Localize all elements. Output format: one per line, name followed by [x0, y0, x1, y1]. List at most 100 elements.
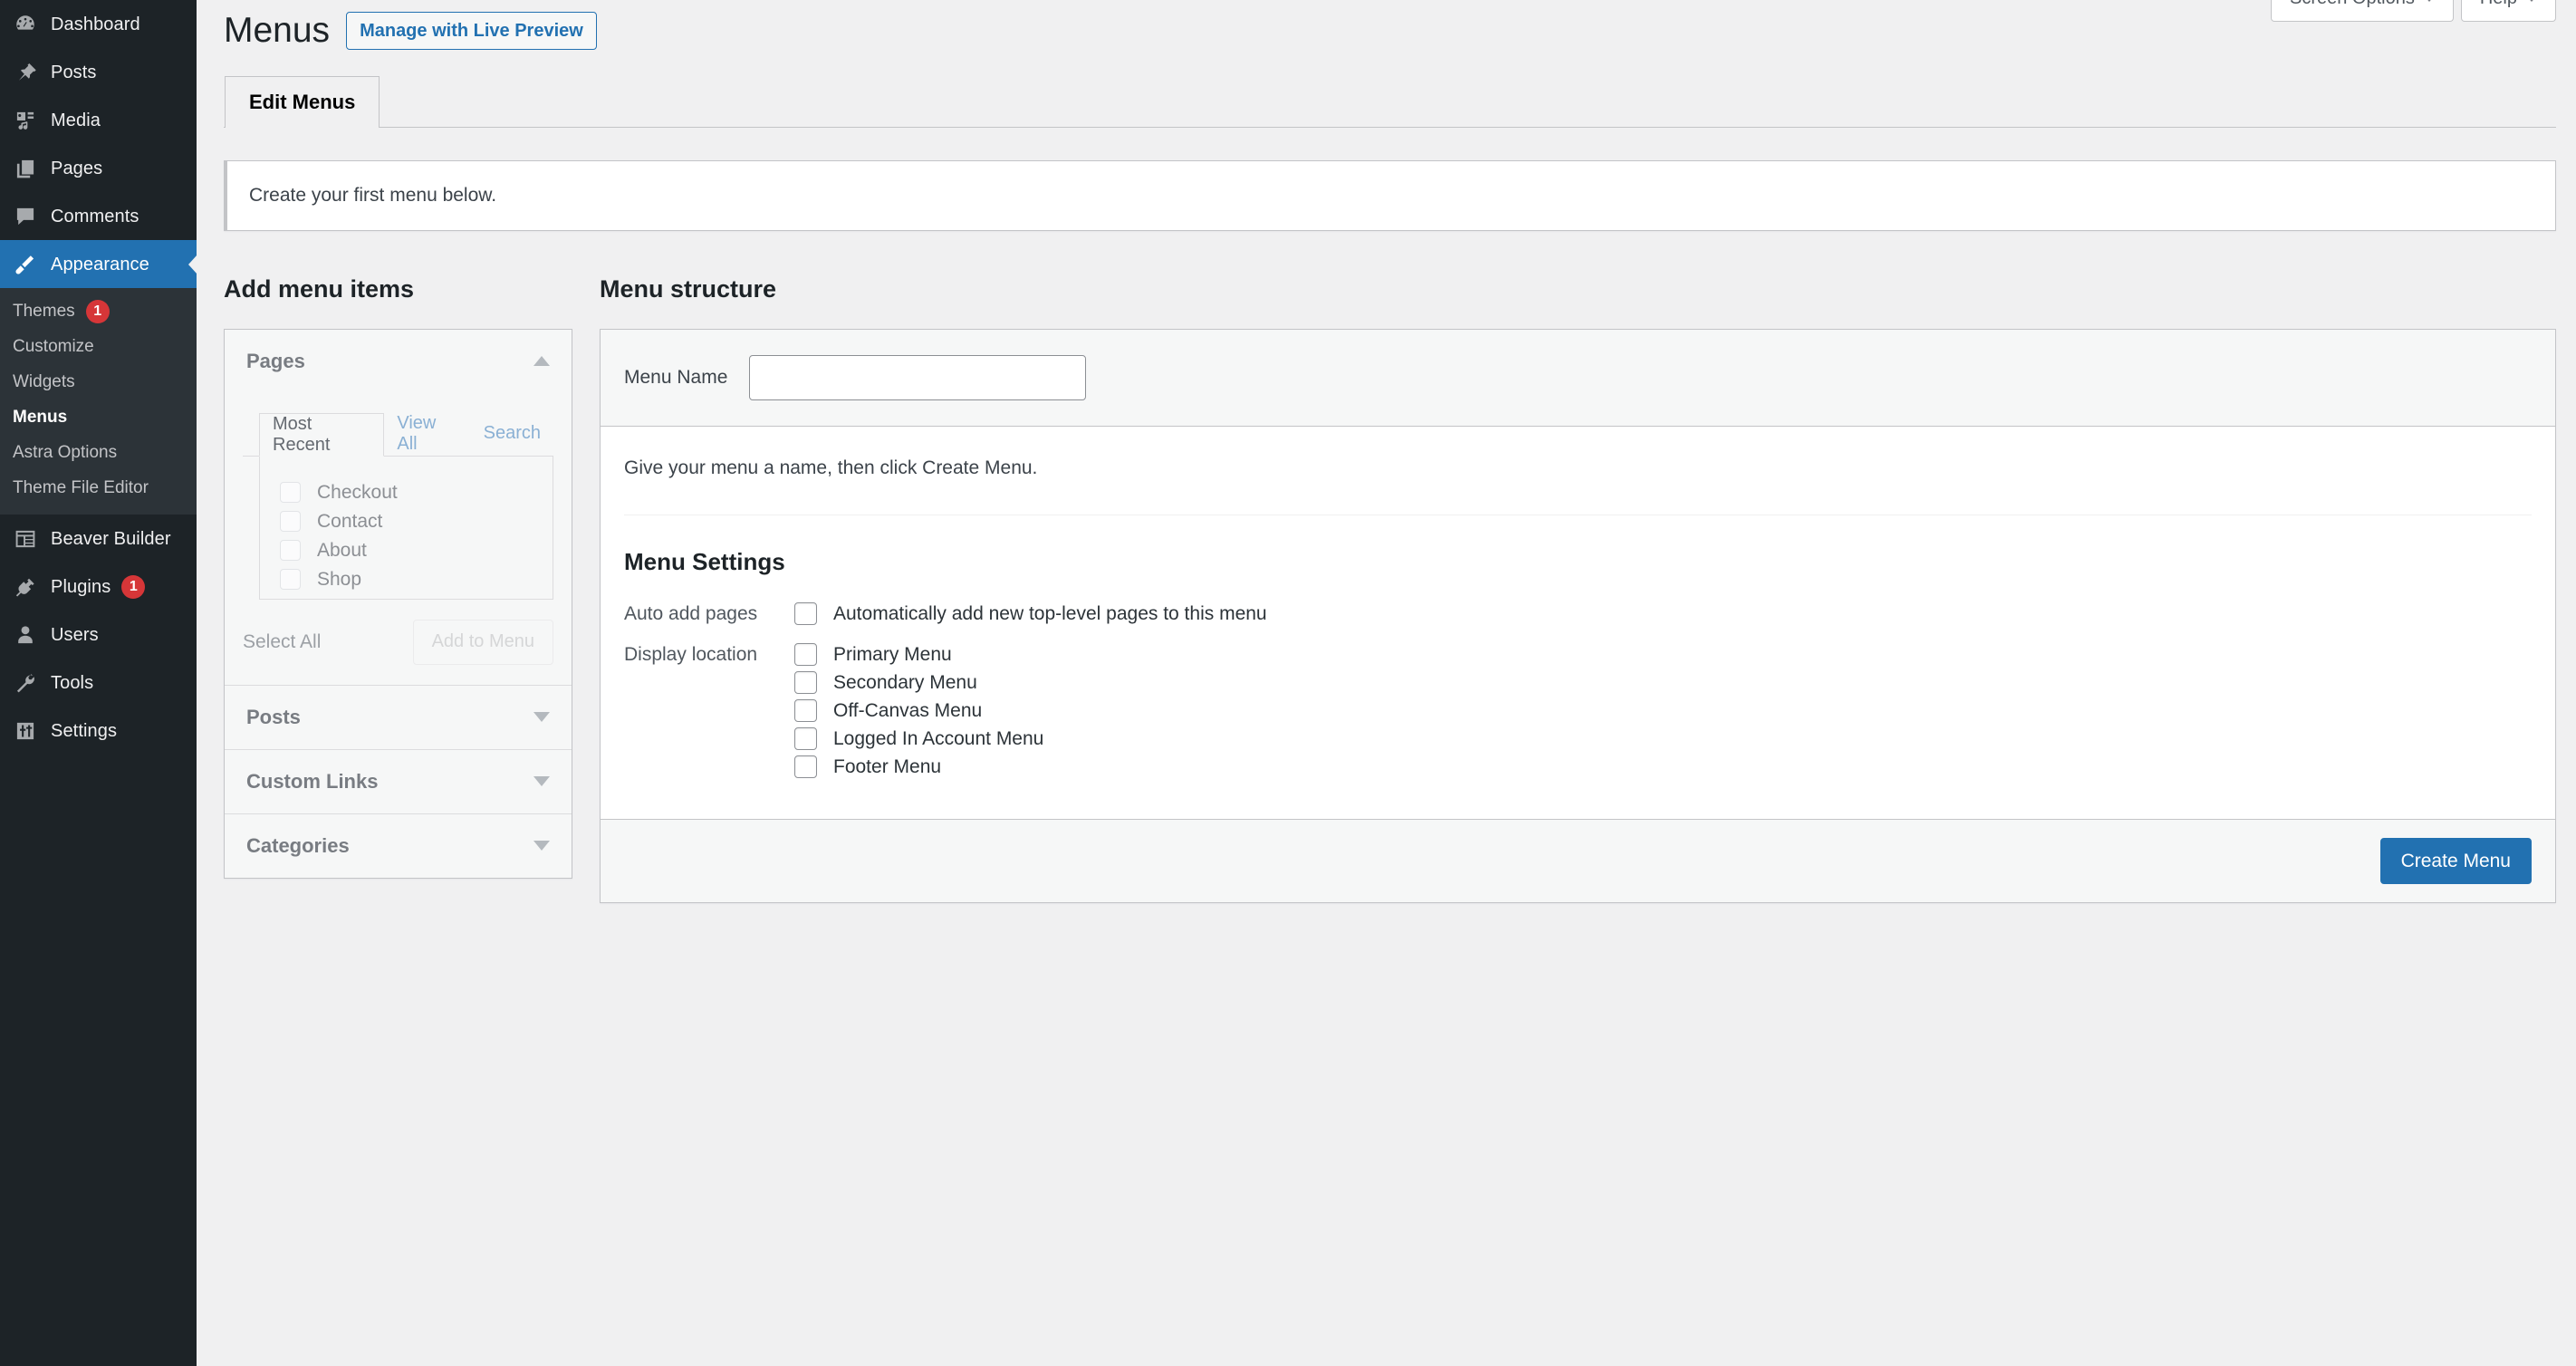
appearance-submenu: Themes 1 Customize Widgets Menus Astra O… [0, 288, 197, 515]
sidebar-item-pages[interactable]: Pages [0, 144, 197, 192]
menu-name-label: Menu Name [624, 366, 728, 388]
submenu-item-customize[interactable]: Customize [0, 329, 197, 364]
sidebar-item-label: Beaver Builder [51, 528, 171, 549]
display-location-options: Primary Menu Secondary Menu Off-Canvas M… [794, 640, 2532, 781]
auto-add-pages-options: Automatically add new top-level pages to… [794, 600, 2532, 628]
sidebar-item-label: Appearance [51, 254, 149, 274]
submenu-item-widgets[interactable]: Widgets [0, 364, 197, 399]
plug-icon [0, 575, 51, 599]
secondary-menu-checkbox[interactable] [794, 671, 817, 695]
tab-view-all[interactable]: View All [384, 412, 470, 456]
brush-icon [0, 253, 51, 276]
submenu-item-menus[interactable]: Menus [0, 399, 197, 435]
sidebar-item-label: Dashboard [51, 14, 140, 34]
submenu-item-astra-options[interactable]: Astra Options [0, 435, 197, 470]
comments-icon [0, 205, 51, 228]
sidebar-item-appearance[interactable]: Appearance [0, 240, 197, 288]
page-label: About [317, 539, 367, 561]
auto-add-pages-option-label: Automatically add new top-level pages to… [833, 602, 1267, 624]
menu-structure-box: Menu Name Give your menu a name, then cl… [600, 328, 2556, 904]
display-location-option[interactable]: Secondary Menu [794, 669, 2532, 697]
sidebar-item-label: Comments [51, 206, 139, 226]
submenu-item-label: Theme File Editor [13, 477, 149, 497]
chevron-down-icon [2526, 0, 2537, 2]
logged-in-account-menu-checkbox[interactable] [794, 727, 817, 751]
screen-options-label: Screen Options [2290, 0, 2415, 9]
add-menu-items-heading: Add menu items [224, 274, 415, 303]
accordion-toggle-categories[interactable]: Categories [225, 813, 572, 878]
page-checkbox[interactable] [280, 540, 301, 562]
submenu-item-themes[interactable]: Themes 1 [0, 293, 197, 329]
auto-add-pages-row: Auto add pages Automatically add new top… [624, 600, 2532, 628]
menu-structure-footer: Create Menu [601, 819, 2555, 903]
sidebar-item-plugins[interactable]: Plugins 1 [0, 563, 197, 611]
sidebar-item-label: Pages [51, 158, 103, 178]
auto-add-pages-option[interactable]: Automatically add new top-level pages to… [794, 600, 2532, 628]
sidebar-item-posts[interactable]: Posts [0, 48, 197, 96]
menu-structure-body: Give your menu a name, then click Create… [601, 427, 2555, 782]
sidebar-item-label: Users [51, 624, 99, 645]
submenu-item-label: Menus [13, 407, 68, 427]
accordion-section-pages: Pages Most Recent View All Search Checko… [225, 329, 572, 686]
screen-options-button[interactable]: Screen Options [2271, 0, 2454, 22]
menu-name-input[interactable] [749, 354, 1087, 400]
chevron-down-icon [533, 712, 550, 723]
add-menu-items-accordion: Pages Most Recent View All Search Checko… [224, 328, 572, 879]
create-menu-button[interactable]: Create Menu [2379, 838, 2532, 885]
page-header: Menus Manage with Live Preview [224, 0, 2556, 53]
sidebar-item-dashboard[interactable]: Dashboard [0, 0, 197, 48]
list-item[interactable]: Checkout [280, 478, 553, 507]
accordion-toggle-posts[interactable]: Posts [225, 685, 572, 749]
select-all-link[interactable]: Select All [243, 631, 321, 653]
chevron-down-icon [533, 776, 550, 787]
sidebar-item-comments[interactable]: Comments [0, 192, 197, 240]
chevron-up-icon [533, 356, 550, 367]
primary-menu-checkbox[interactable] [794, 643, 817, 667]
add-to-menu-button[interactable]: Add to Menu [412, 619, 553, 665]
media-icon [0, 109, 51, 132]
list-item[interactable]: Shop [280, 565, 553, 594]
display-location-option[interactable]: Off-Canvas Menu [794, 697, 2532, 725]
menu-editor-columns: Add menu items Pages Most Recent View Al… [224, 274, 2556, 904]
pages-checkbox-panel[interactable]: Checkout Contact About Shop [259, 456, 553, 600]
help-button[interactable]: Help [2460, 0, 2556, 22]
tab-search[interactable]: Search [471, 412, 553, 456]
sidebar-item-label: Posts [51, 62, 97, 82]
footer-menu-checkbox[interactable] [794, 755, 817, 779]
menu-instructions: Give your menu a name, then click Create… [624, 454, 2532, 516]
auto-add-pages-checkbox[interactable] [794, 602, 817, 626]
sidebar-item-media[interactable]: Media [0, 96, 197, 144]
page-checkbox[interactable] [280, 569, 301, 591]
accordion-title: Custom Links [246, 769, 379, 793]
accordion-toggle-pages[interactable]: Pages [225, 329, 572, 393]
menu-name-row: Menu Name [601, 329, 2555, 427]
display-location-option[interactable]: Primary Menu [794, 640, 2532, 669]
sidebar-item-label: Tools [51, 672, 94, 693]
manage-with-live-preview-button[interactable]: Manage with Live Preview [346, 12, 597, 50]
sidebar-item-settings[interactable]: Settings [0, 707, 197, 755]
display-location-option[interactable]: Logged In Account Menu [794, 725, 2532, 753]
page-checkbox[interactable] [280, 511, 301, 533]
list-item[interactable]: Contact [280, 507, 553, 536]
accordion-title: Categories [246, 833, 350, 857]
tab-edit-menus[interactable]: Edit Menus [225, 76, 380, 128]
builder-icon [0, 527, 51, 551]
sidebar-item-label: Media [51, 110, 101, 130]
accordion-body-pages: Most Recent View All Search Checkout Con… [225, 392, 572, 600]
off-canvas-menu-checkbox[interactable] [794, 699, 817, 723]
page-checkbox[interactable] [280, 482, 301, 504]
list-item[interactable]: About [280, 536, 553, 565]
sidebar-item-tools[interactable]: Tools [0, 659, 197, 707]
accordion-toggle-custom-links[interactable]: Custom Links [225, 749, 572, 813]
submenu-item-theme-file-editor[interactable]: Theme File Editor [0, 470, 197, 505]
display-location-option[interactable]: Footer Menu [794, 753, 2532, 781]
sidebar-item-beaver-builder[interactable]: Beaver Builder [0, 515, 197, 563]
wrench-icon [0, 671, 51, 695]
sliders-icon [0, 719, 51, 743]
tab-most-recent[interactable]: Most Recent [259, 412, 385, 457]
sidebar-item-users[interactable]: Users [0, 611, 197, 659]
submenu-item-label: Themes [13, 301, 75, 321]
themes-update-badge: 1 [85, 299, 110, 323]
display-location-option-label: Footer Menu [833, 755, 942, 777]
nav-tab-wrapper: Edit Menus [224, 76, 2556, 128]
